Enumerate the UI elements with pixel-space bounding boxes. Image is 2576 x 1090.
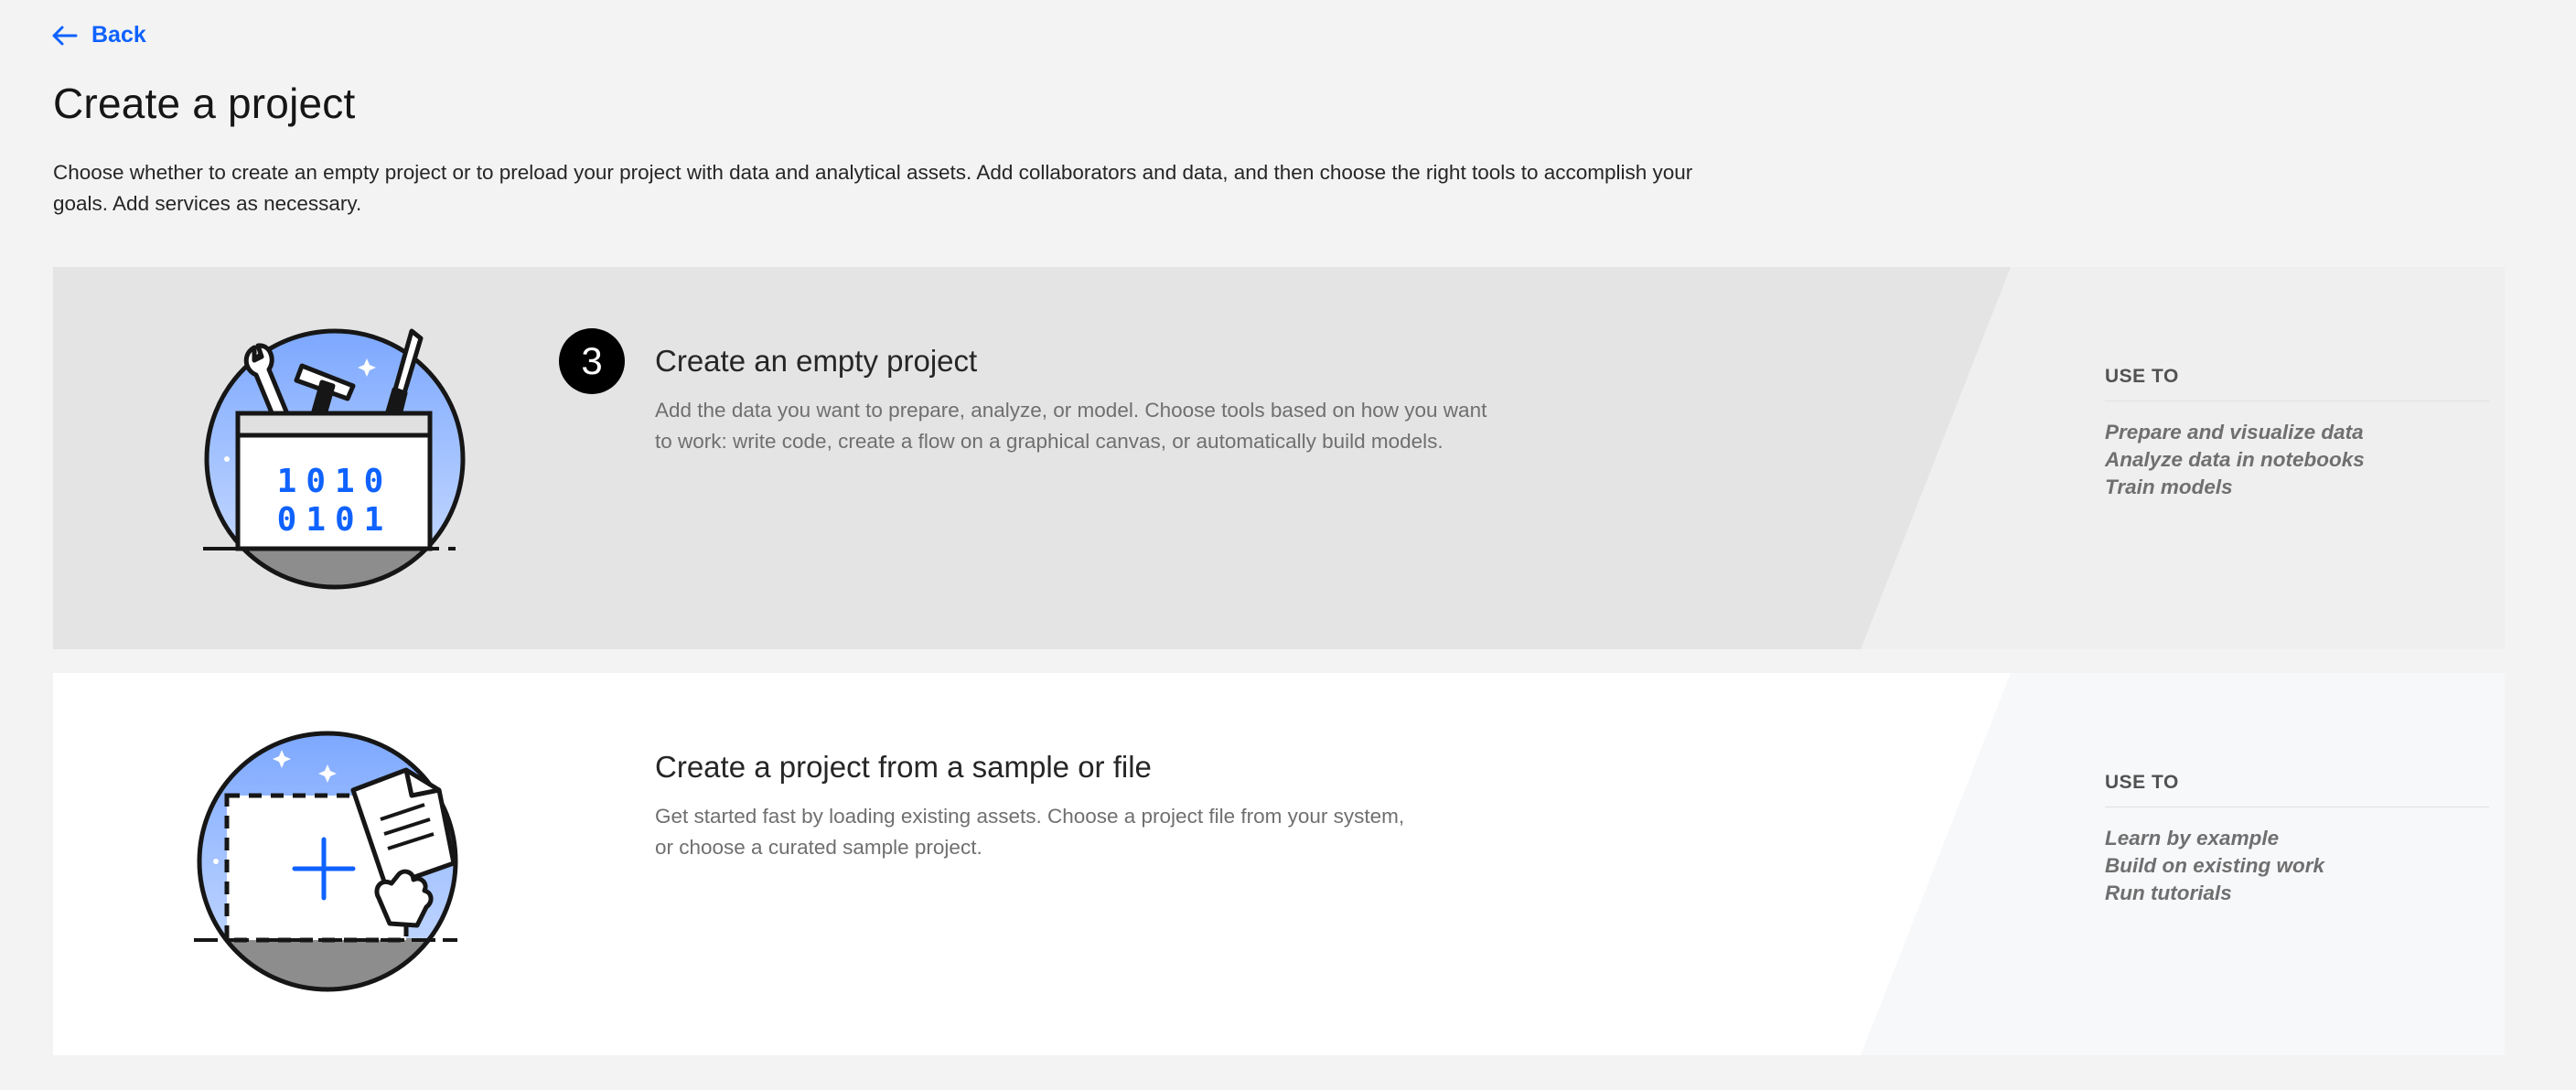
- binary-line-1: 1010: [277, 463, 393, 500]
- page-description: Choose whether to create an empty projec…: [53, 161, 1693, 215]
- step-number-badge: 3: [559, 328, 625, 394]
- card-description: Get started fast by loading existing ass…: [655, 805, 1405, 859]
- back-link[interactable]: Back: [51, 22, 146, 48]
- use-to-item: Build on existing work: [2105, 854, 2325, 877]
- toolbox-icon: 1010 0101: [203, 328, 466, 590]
- use-to-heading: USE TO: [2105, 366, 2489, 401]
- card-title: Create a project from a sample or file: [655, 750, 1152, 784]
- use-to-item: Run tutorials: [2105, 882, 2232, 904]
- use-to-list: Learn by example Build on existing work …: [2105, 825, 2324, 907]
- back-label: Back: [91, 22, 146, 48]
- use-to-heading: USE TO: [2105, 772, 2489, 807]
- use-to-item: Prepare and visualize data: [2105, 421, 2364, 443]
- card-description: Add the data you want to prepare, analyz…: [655, 399, 1487, 453]
- create-from-sample-card[interactable]: Create a project from a sample or file G…: [53, 673, 2505, 1055]
- import-file-icon: [194, 731, 458, 992]
- card-title: Create an empty project: [655, 344, 978, 378]
- use-to-item: Train models: [2105, 476, 2233, 498]
- binary-line-2: 0101: [277, 501, 393, 539]
- use-to-list: Prepare and visualize data Analyze data …: [2105, 419, 2365, 501]
- page-title: Create a project: [53, 80, 356, 127]
- create-empty-project-card[interactable]: 1010 0101 3 Create an empty project Add …: [53, 267, 2505, 649]
- arrow-left-icon: [52, 26, 78, 45]
- use-to-item: Learn by example: [2105, 827, 2280, 850]
- use-to-item: Analyze data in notebooks: [2105, 448, 2365, 471]
